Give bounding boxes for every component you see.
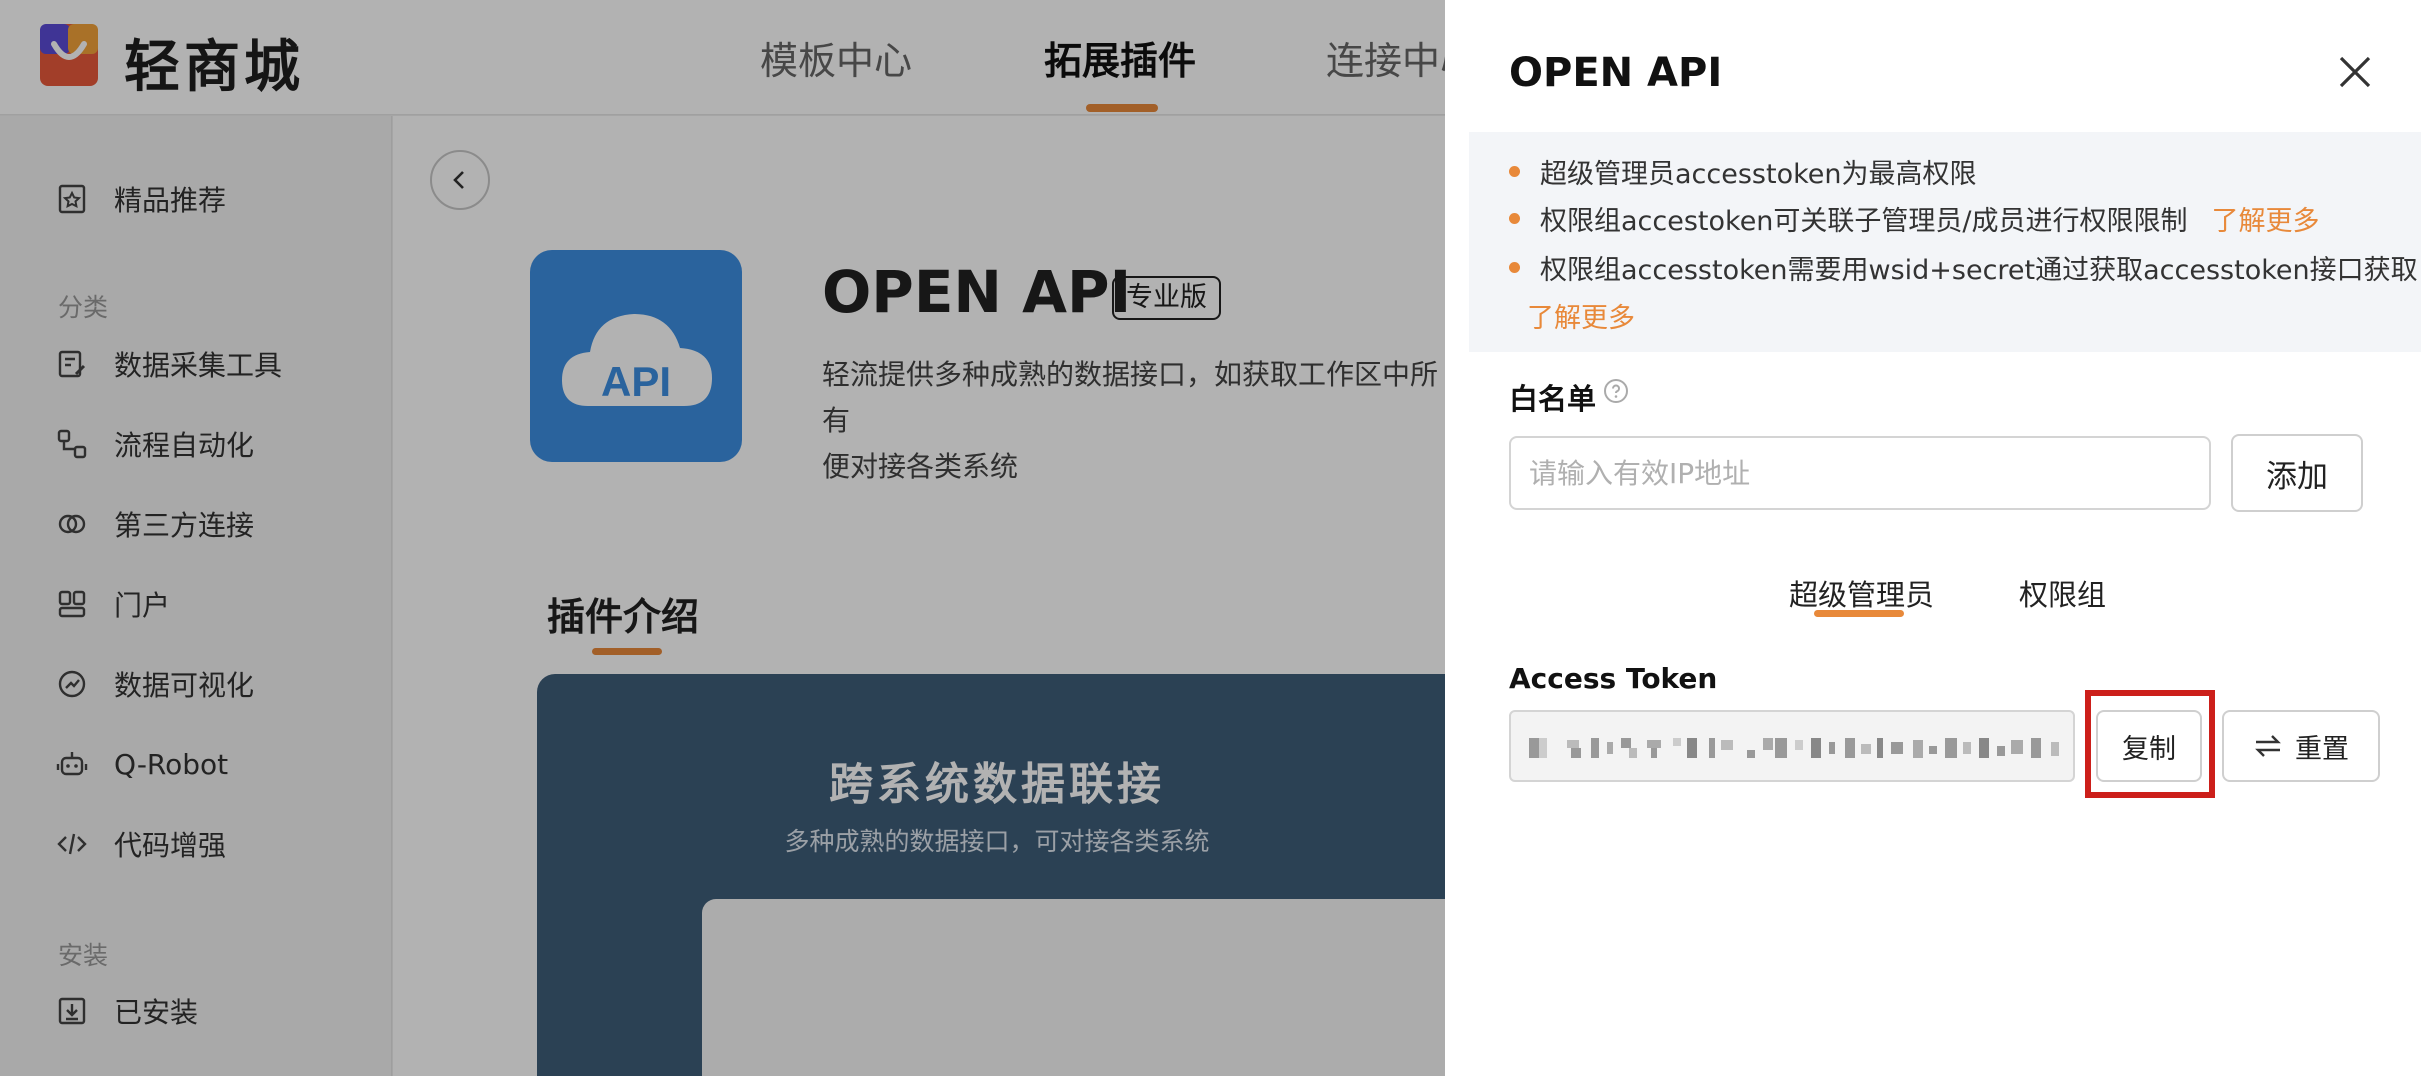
swap-arrows-icon bbox=[2255, 735, 2281, 757]
drawer-title: OPEN API bbox=[1509, 50, 1723, 96]
bullet-dot bbox=[1509, 262, 1520, 273]
bullet-dot bbox=[1509, 213, 1520, 224]
open-api-drawer: OPEN API 超级管理员accesstoken为最高权限 权限组accest… bbox=[1445, 0, 2436, 1076]
notice-box: 超级管理员accesstoken为最高权限 权限组accestoken可关联子管… bbox=[1469, 132, 2421, 352]
notice-text: 权限组accestoken可关联子管理员/成员进行权限限制 bbox=[1540, 206, 2188, 237]
tab-active-indicator bbox=[1814, 610, 1904, 617]
help-circle-icon[interactable] bbox=[1603, 378, 1629, 404]
add-ip-button[interactable]: 添加 bbox=[2231, 434, 2363, 512]
reset-button-label: 重置 bbox=[2295, 733, 2349, 765]
access-token-field[interactable] bbox=[1509, 710, 2075, 782]
modal-overlay[interactable] bbox=[0, 0, 1445, 1076]
access-token-label: Access Token bbox=[1509, 662, 1718, 695]
tab-permission-group[interactable]: 权限组 bbox=[2019, 572, 2106, 614]
reset-token-button[interactable]: 重置 bbox=[2222, 710, 2380, 782]
learn-more-link[interactable]: 了解更多 bbox=[1527, 296, 1635, 335]
notice-item: 权限组accesstoken需要用wsid+secret通过获取accessto… bbox=[1509, 248, 2418, 287]
copy-token-button[interactable]: 复制 bbox=[2096, 710, 2202, 782]
notice-text: 权限组accesstoken需要用wsid+secret通过获取accessto… bbox=[1540, 255, 2418, 286]
learn-more-link[interactable]: 了解更多 bbox=[2212, 199, 2320, 238]
masked-token-pixels bbox=[1529, 738, 2059, 758]
app-root: 轻商城 模板中心 拓展插件 连接中心 精品推荐 分类 数据采集工具 流程自动化 … bbox=[0, 0, 2436, 1076]
close-icon[interactable] bbox=[2335, 52, 2375, 92]
notice-text: 超级管理员accesstoken为最高权限 bbox=[1540, 159, 1977, 190]
notice-item: 超级管理员accesstoken为最高权限 bbox=[1509, 152, 1976, 191]
notice-item: 权限组accestoken可关联子管理员/成员进行权限限制 了解更多 bbox=[1509, 199, 2320, 238]
whitelist-label: 白名单 bbox=[1509, 382, 1597, 416]
tab-super-admin[interactable]: 超级管理员 bbox=[1789, 572, 1934, 614]
ip-input[interactable] bbox=[1509, 436, 2211, 510]
bullet-dot bbox=[1509, 166, 1520, 177]
